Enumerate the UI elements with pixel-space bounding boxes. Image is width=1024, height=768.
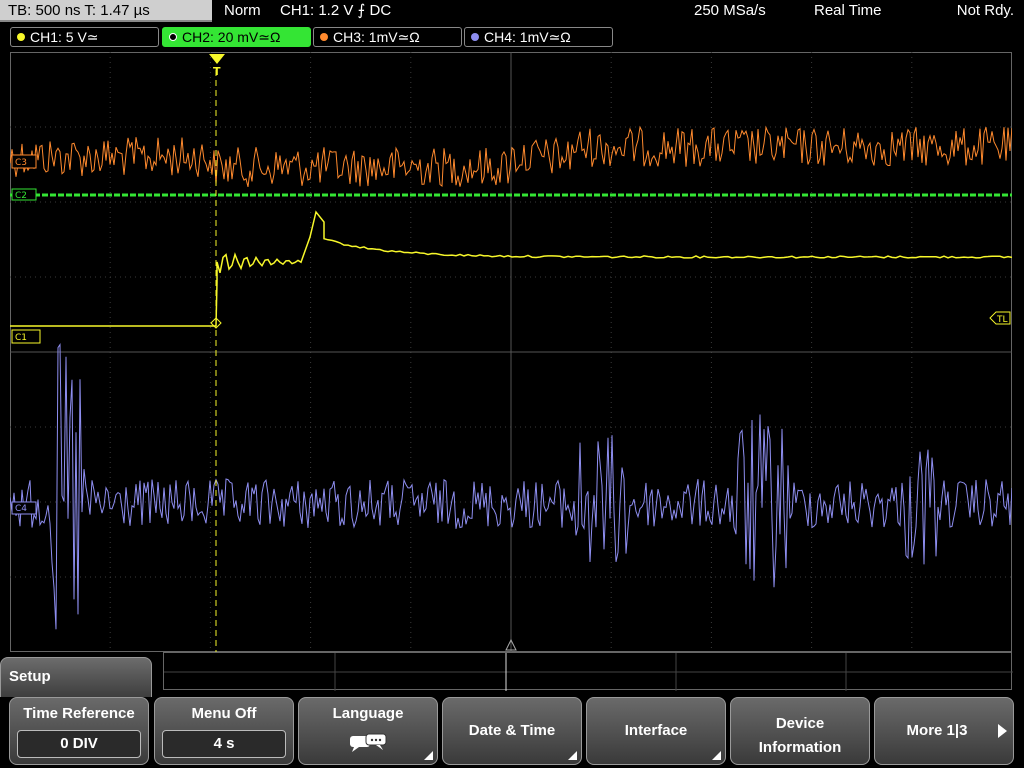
- submenu-corner-icon: [712, 751, 721, 760]
- channel-tab-ch2[interactable]: CH2: 20 mV≃Ω: [162, 27, 311, 47]
- trigger-time-marker[interactable]: T: [208, 53, 226, 78]
- ch3-dot-icon: [320, 33, 328, 41]
- more-button[interactable]: More 1|3: [874, 697, 1014, 765]
- menu-off-value: 4 s: [162, 730, 286, 758]
- time-reference-value: 0 DIV: [17, 730, 141, 758]
- svg-text:C4: C4: [15, 504, 27, 514]
- trigger-arrow-icon: [209, 54, 225, 64]
- channel-tab-ch1[interactable]: CH1: 5 V≃: [10, 27, 159, 47]
- trigger-mode[interactable]: Norm: [224, 0, 261, 22]
- ch2-ground-marker[interactable]: C2: [11, 188, 37, 201]
- svg-text:C1: C1: [15, 333, 27, 343]
- waveform-canvas[interactable]: C3 C2 C1 C4 TL: [10, 52, 1012, 652]
- svg-text:C2: C2: [15, 191, 27, 201]
- status-bar: TB: 500 ns T: 1.47 µs Norm CH1: 1.2 V ⨍ …: [0, 0, 1024, 24]
- ch2-dot-icon: [169, 33, 177, 41]
- channel-tabs: CH1: 5 V≃ CH2: 20 mV≃Ω CH3: 1mV≃Ω CH4: 1…: [0, 25, 1024, 49]
- trigger-level-marker[interactable]: TL: [989, 311, 1011, 325]
- next-page-arrow-icon: [998, 724, 1007, 738]
- svg-text:C3: C3: [15, 158, 27, 168]
- ch1-dot-icon: [17, 33, 25, 41]
- channel-tab-ch4[interactable]: CH4: 1mV≃Ω: [464, 27, 613, 47]
- date-time-button[interactable]: Date & Time: [442, 697, 582, 765]
- sample-rate-readout: 250 MSa/s: [694, 2, 766, 19]
- submenu-corner-icon: [424, 751, 433, 760]
- speech-bubbles-icon: [350, 733, 387, 752]
- interface-button[interactable]: Interface: [586, 697, 726, 765]
- ch4-dot-icon: [471, 33, 479, 41]
- language-button[interactable]: Language: [298, 697, 438, 765]
- overview-strip: [163, 652, 1013, 691]
- trigger-state: Not Rdy.: [956, 2, 1014, 19]
- menu-title-tab: Setup: [0, 657, 152, 697]
- submenu-corner-icon: [568, 751, 577, 760]
- menu-off-button[interactable]: Menu Off 4 s: [154, 697, 294, 765]
- ch4-ground-marker[interactable]: C4: [11, 501, 37, 515]
- svg-text:TL: TL: [996, 315, 1008, 325]
- svg-text:T: T: [213, 65, 221, 77]
- ch3-ground-marker[interactable]: C3: [11, 154, 37, 169]
- ch1-ground-marker[interactable]: C1: [11, 329, 41, 344]
- device-information-button[interactable]: Device Information: [730, 697, 870, 765]
- channel-tab-ch3[interactable]: CH3: 1mV≃Ω: [313, 27, 462, 47]
- trigger-source-readout[interactable]: CH1: 1.2 V ⨍ DC: [280, 0, 391, 22]
- acquisition-mode: Real Time: [814, 2, 882, 19]
- time-reference-button[interactable]: Time Reference 0 DIV: [9, 697, 149, 765]
- waveform-display[interactable]: C3 C2 C1 C4 TL: [10, 52, 1012, 652]
- timebase-readout[interactable]: TB: 500 ns T: 1.47 µs: [0, 0, 212, 22]
